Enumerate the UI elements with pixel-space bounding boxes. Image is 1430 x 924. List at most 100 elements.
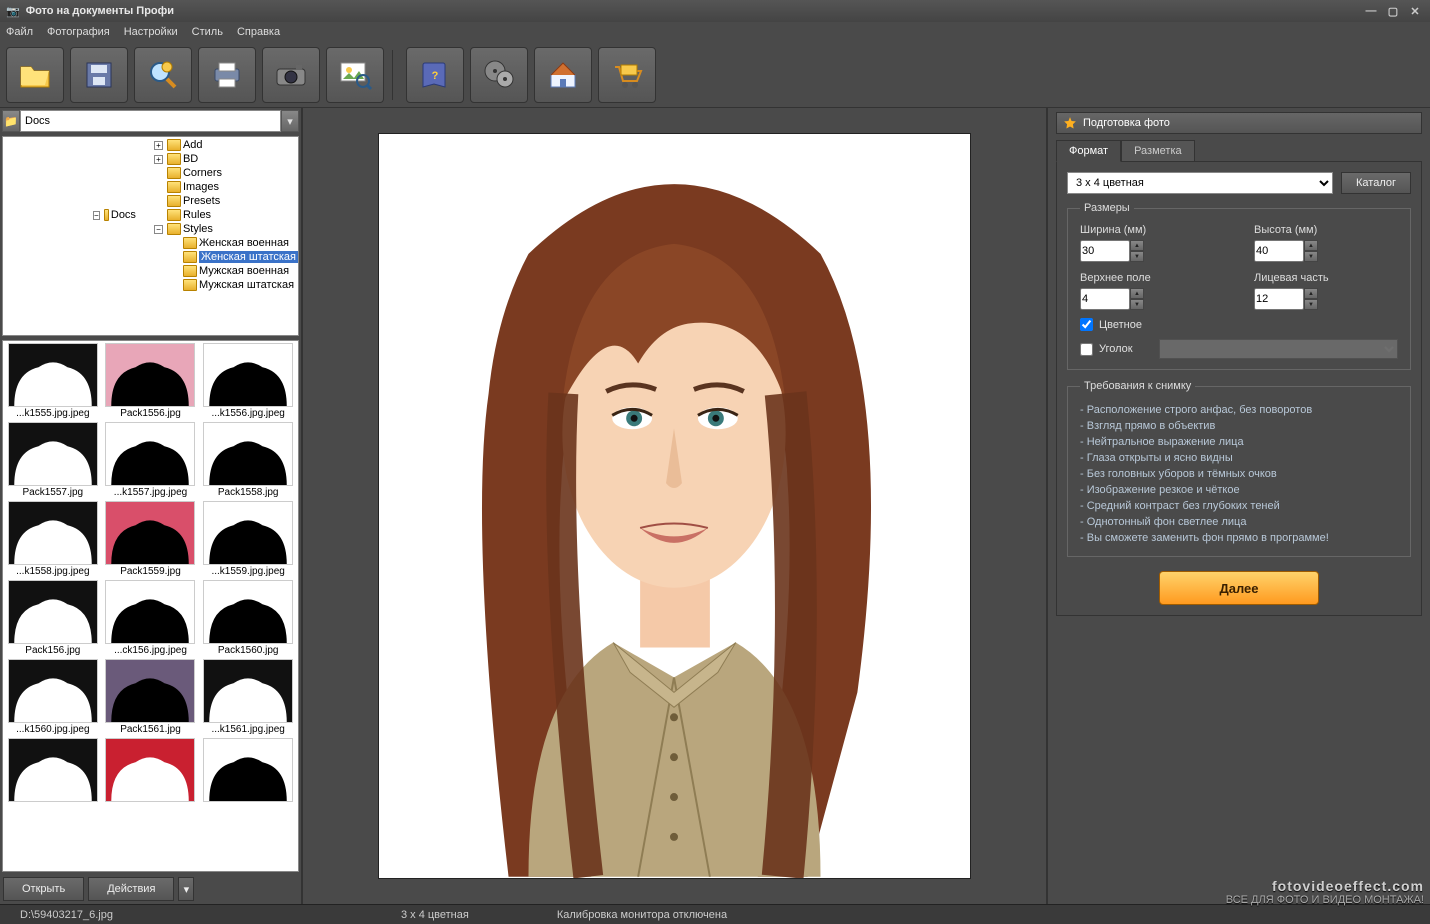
portrait-image <box>379 134 970 878</box>
thumbnail[interactable] <box>8 580 98 644</box>
tree-node[interactable]: Rules <box>183 209 211 221</box>
folder-icon: 📁 <box>2 110 20 132</box>
thumbnail[interactable] <box>203 501 293 565</box>
requirement-item: Нейтральное выражение лица <box>1080 434 1398 450</box>
folder-icon <box>167 209 181 221</box>
folder-icon <box>183 265 197 277</box>
tree-node[interactable]: Images <box>183 181 219 193</box>
face-input[interactable] <box>1254 288 1304 310</box>
width-input[interactable] <box>1080 240 1130 262</box>
tab-body: 3 x 4 цветная Каталог Размеры Ширина (мм… <box>1056 161 1422 616</box>
catalog-button[interactable]: Каталог <box>1341 172 1411 194</box>
menu-help[interactable]: Справка <box>237 26 280 38</box>
watermark: fotovideoeffect.com ВСЕ ДЛЯ ФОТО И ВИДЕО… <box>1226 878 1424 906</box>
thumbnail[interactable] <box>105 738 195 802</box>
tool-home[interactable] <box>534 47 592 103</box>
corner-checkbox[interactable] <box>1080 343 1093 356</box>
height-label: Высота (мм) <box>1254 224 1398 236</box>
maximize-button[interactable]: ▢ <box>1384 4 1402 18</box>
tree-node[interactable]: Мужская штатская <box>199 279 294 291</box>
next-button[interactable]: Далее <box>1159 571 1319 605</box>
thumbnail[interactable] <box>8 738 98 802</box>
thumbnail[interactable] <box>8 501 98 565</box>
expand-icon[interactable]: + <box>154 141 163 150</box>
tree-node[interactable]: Presets <box>183 195 220 207</box>
topmargin-spinner[interactable]: ▲▼ <box>1130 288 1144 310</box>
tree-node[interactable]: Женская штатская <box>199 251 298 263</box>
tree-node[interactable]: Corners <box>183 167 222 179</box>
status-calibration: Калибровка монитора отключена <box>543 909 741 921</box>
thumbnail[interactable] <box>203 738 293 802</box>
tool-save[interactable] <box>70 47 128 103</box>
folder-tree[interactable]: − Docs + Add+ BD Corners Images Presets … <box>2 136 299 336</box>
requirements-fieldset: Требования к снимку Расположение строго … <box>1067 380 1411 557</box>
thumbnail[interactable] <box>105 580 195 644</box>
actions-dropdown[interactable]: ▾ <box>178 877 194 901</box>
tool-camera[interactable] <box>262 47 320 103</box>
expand-icon[interactable]: + <box>154 155 163 164</box>
statusbar: D:\59403217_6.jpg 3 x 4 цветная Калибров… <box>0 904 1430 924</box>
photo-preview[interactable] <box>378 133 971 879</box>
thumbnail[interactable] <box>105 659 195 723</box>
path-bar: 📁 ▾ <box>2 110 299 132</box>
collapse-icon[interactable]: − <box>93 211 100 220</box>
thumbnail[interactable] <box>105 422 195 486</box>
tool-help-book[interactable]: ? <box>406 47 464 103</box>
tool-zoom[interactable] <box>134 47 192 103</box>
tab-format[interactable]: Формат <box>1056 140 1121 162</box>
tree-node[interactable]: Мужская военная <box>199 265 289 277</box>
menu-file[interactable]: Файл <box>6 26 33 38</box>
tool-film[interactable] <box>470 47 528 103</box>
menu-settings[interactable]: Настройки <box>124 26 178 38</box>
open-button[interactable]: Открыть <box>3 877 84 901</box>
topmargin-input[interactable] <box>1080 288 1130 310</box>
tool-pictureview[interactable] <box>326 47 384 103</box>
tab-layout[interactable]: Разметка <box>1121 140 1195 162</box>
window-title: Фото на документы Профи <box>26 5 174 17</box>
tool-cart[interactable] <box>598 47 656 103</box>
folder-icon <box>167 167 181 179</box>
corner-select <box>1159 339 1398 359</box>
tree-node[interactable]: Add <box>183 139 203 151</box>
thumbnail[interactable] <box>203 659 293 723</box>
thumbnail[interactable] <box>105 343 195 407</box>
thumbnail-caption: Pack1560.jpg <box>200 644 296 657</box>
width-spinner[interactable]: ▲▼ <box>1130 240 1144 262</box>
actions-button[interactable]: Действия <box>88 877 174 901</box>
thumbnails-panel[interactable]: ...k1555.jpg.jpegPack1556.jpg...k1556.jp… <box>2 340 299 872</box>
format-select[interactable]: 3 x 4 цветная <box>1067 172 1333 194</box>
menu-photo[interactable]: Фотография <box>47 26 110 38</box>
tool-print[interactable] <box>198 47 256 103</box>
menu-style[interactable]: Стиль <box>192 26 223 38</box>
thumbnail-caption: ...k1555.jpg.jpeg <box>5 407 101 420</box>
titlebar: 📷 Фото на документы Профи — ▢ ✕ <box>0 0 1430 22</box>
tree-node-docs[interactable]: Docs <box>111 209 136 221</box>
folder-icon <box>167 195 181 207</box>
thumbnail[interactable] <box>8 422 98 486</box>
close-button[interactable]: ✕ <box>1406 4 1424 18</box>
thumbnail-caption: ...ck156.jpg.jpeg <box>103 644 199 657</box>
color-checkbox[interactable] <box>1080 318 1093 331</box>
sizes-fieldset: Размеры Ширина (мм) ▲▼ Высота (мм) ▲▼ Ве… <box>1067 202 1411 370</box>
left-panel: 📁 ▾ − Docs + Add + BD Corners Images Pres… <box>0 108 303 904</box>
minimize-button[interactable]: — <box>1362 4 1380 18</box>
tree-node[interactable]: Женская военная <box>199 237 289 249</box>
thumbnail[interactable] <box>105 501 195 565</box>
face-spinner[interactable]: ▲▼ <box>1304 288 1318 310</box>
thumbnail[interactable] <box>203 343 293 407</box>
tree-node[interactable]: Styles <box>183 223 213 235</box>
panel-title: Подготовка фото <box>1056 112 1422 134</box>
path-dropdown[interactable]: ▾ <box>281 110 299 132</box>
requirement-item: Расположение строго анфас, без поворотов <box>1080 402 1398 418</box>
thumbnail[interactable] <box>8 343 98 407</box>
thumbnail[interactable] <box>203 580 293 644</box>
thumbnail[interactable] <box>8 659 98 723</box>
thumbnail[interactable] <box>203 422 293 486</box>
height-input[interactable] <box>1254 240 1304 262</box>
tree-node[interactable]: BD <box>183 153 198 165</box>
thumbnail-caption: ...k1561.jpg.jpeg <box>200 723 296 736</box>
height-spinner[interactable]: ▲▼ <box>1304 240 1318 262</box>
path-input[interactable] <box>20 110 281 132</box>
collapse-icon[interactable]: − <box>154 225 163 234</box>
tool-open[interactable] <box>6 47 64 103</box>
